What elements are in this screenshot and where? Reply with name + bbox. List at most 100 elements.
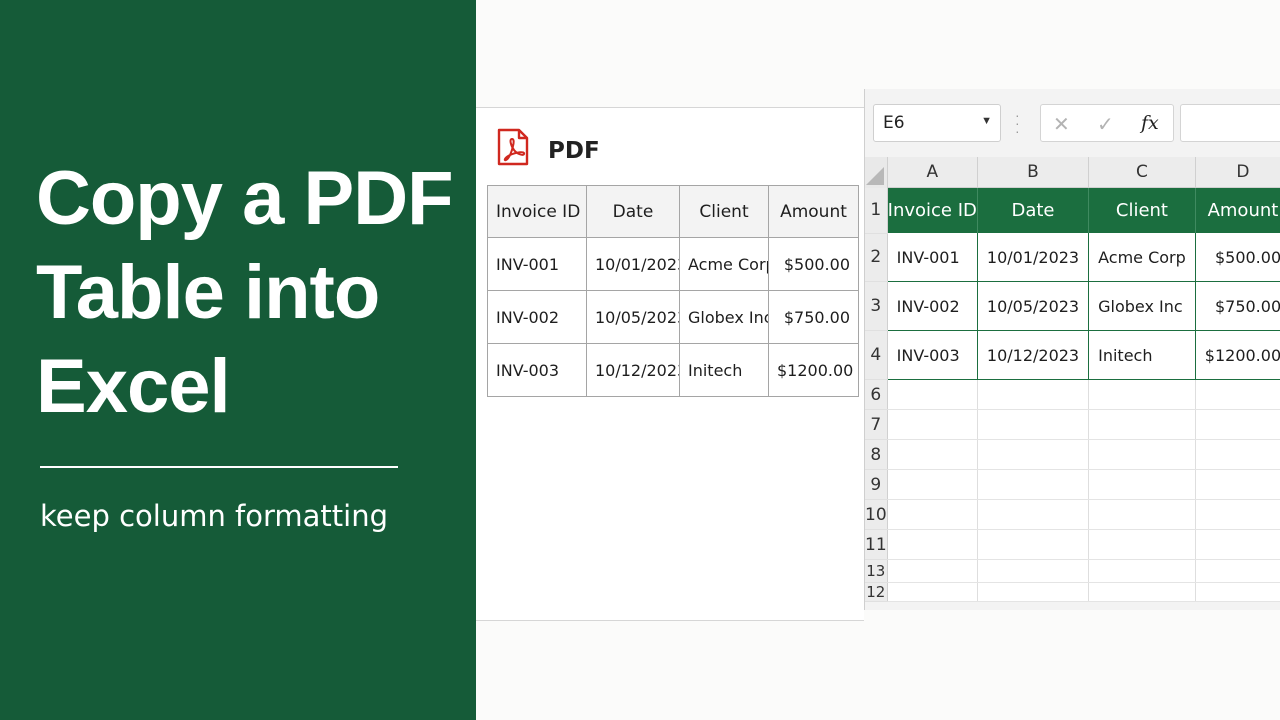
- data-cell[interactable]: $1200.00: [1195, 330, 1280, 380]
- select-all-corner[interactable]: [865, 157, 888, 188]
- row-header[interactable]: 10: [865, 499, 888, 530]
- data-cell[interactable]: 10/05/2023: [977, 281, 1090, 331]
- pdf-cell: Initech: [679, 343, 769, 397]
- pdf-column-header: Amount: [768, 185, 859, 238]
- header-cell[interactable]: Client: [1088, 187, 1196, 233]
- empty-cell[interactable]: [1195, 559, 1280, 583]
- row-header[interactable]: 7: [865, 409, 888, 440]
- empty-cell[interactable]: [1195, 469, 1280, 500]
- empty-cell[interactable]: [1088, 439, 1196, 470]
- empty-cell[interactable]: [977, 469, 1090, 500]
- data-cell[interactable]: 10/01/2023: [977, 233, 1090, 282]
- formula-input[interactable]: [1180, 104, 1280, 142]
- empty-cell[interactable]: [1088, 529, 1196, 560]
- pdf-table-row: INV-002 10/05/2023 Globex Inc $750.00: [487, 290, 859, 344]
- data-cell[interactable]: $750.00: [1195, 281, 1280, 331]
- empty-cell[interactable]: [1088, 499, 1196, 530]
- row-header[interactable]: 4: [865, 330, 888, 380]
- empty-cell[interactable]: [977, 559, 1090, 583]
- select-all-triangle[interactable]: [865, 166, 884, 185]
- empty-cell[interactable]: [1195, 499, 1280, 530]
- empty-cell[interactable]: [977, 409, 1090, 440]
- empty-cell[interactable]: [887, 379, 978, 410]
- data-cell[interactable]: INV-002: [887, 281, 978, 331]
- empty-cell[interactable]: [1195, 379, 1280, 410]
- empty-cell[interactable]: [887, 582, 978, 602]
- column-header-a[interactable]: A: [887, 157, 978, 188]
- empty-cell[interactable]: [977, 529, 1090, 560]
- formula-bar-buttons: ✕ ✓ fx: [1040, 104, 1174, 142]
- empty-cell[interactable]: [887, 559, 978, 583]
- data-cell[interactable]: INV-003: [887, 330, 978, 380]
- pdf-column-header: Date: [586, 185, 680, 238]
- row-header[interactable]: 9: [865, 469, 888, 500]
- pdf-cell: 10/12/2023: [586, 343, 680, 397]
- name-box[interactable]: E6 ▼: [873, 104, 1001, 142]
- pdf-cell: 10/05/2023: [586, 290, 680, 344]
- pdf-table-header-row: Invoice ID Date Client Amount: [487, 185, 859, 238]
- row-header[interactable]: 11: [865, 529, 888, 560]
- empty-cell[interactable]: [977, 439, 1090, 470]
- empty-cell[interactable]: [887, 499, 978, 530]
- pdf-cell: INV-001: [487, 237, 587, 291]
- pdf-cell: $500.00: [768, 237, 859, 291]
- row-header[interactable]: 13: [865, 559, 888, 583]
- empty-cell[interactable]: [1088, 582, 1196, 602]
- empty-cell[interactable]: [977, 499, 1090, 530]
- row-header[interactable]: 8: [865, 439, 888, 470]
- data-cell[interactable]: Initech: [1088, 330, 1196, 380]
- empty-cell[interactable]: [887, 409, 978, 440]
- data-cell[interactable]: Acme Corp: [1088, 233, 1196, 282]
- drag-handle-icon[interactable]: · · ·: [1015, 108, 1021, 138]
- pdf-cell: 10/01/2023: [586, 237, 680, 291]
- excel-window: E6 ▼ · · · ✕ ✓ fx A B C D 1 Invoice ID Dat…: [864, 89, 1280, 610]
- pdf-title: PDF: [548, 138, 600, 164]
- header-cell[interactable]: Invoice ID: [887, 187, 978, 233]
- row-header[interactable]: 6: [865, 379, 888, 410]
- empty-cell[interactable]: [1088, 409, 1196, 440]
- row-header[interactable]: 1: [865, 187, 888, 234]
- empty-cell[interactable]: [1195, 582, 1280, 602]
- tagline: keep column formatting: [40, 499, 389, 533]
- data-cell[interactable]: Globex Inc: [1088, 281, 1196, 331]
- headline: Copy a PDF Table into Excel: [36, 156, 454, 429]
- cancel-icon[interactable]: ✕: [1053, 112, 1070, 137]
- pdf-cell: INV-003: [487, 343, 587, 397]
- pdf-table-row: INV-001 10/01/2023 Acme Corp $500.00: [487, 237, 859, 291]
- empty-cell[interactable]: [1088, 469, 1196, 500]
- name-box-value: E6: [883, 113, 905, 133]
- data-cell[interactable]: 10/12/2023: [977, 330, 1090, 380]
- header-cell[interactable]: Date: [977, 187, 1090, 233]
- pdf-cell: $750.00: [768, 290, 859, 344]
- pdf-cell: $1200.00: [768, 343, 859, 397]
- row-header[interactable]: 2: [865, 233, 888, 282]
- checkmark-icon[interactable]: ✓: [1097, 112, 1114, 137]
- pdf-cell: Acme Corp: [679, 237, 769, 291]
- column-header-c[interactable]: C: [1088, 157, 1196, 188]
- pdf-table-row: INV-003 10/12/2023 Initech $1200.00: [487, 343, 859, 397]
- pdf-file-icon: [497, 128, 529, 166]
- pdf-column-header: Client: [679, 185, 769, 238]
- empty-cell[interactable]: [887, 439, 978, 470]
- row-header[interactable]: 12: [865, 582, 888, 602]
- column-header-b[interactable]: B: [977, 157, 1090, 188]
- empty-cell[interactable]: [977, 379, 1090, 410]
- column-header-d[interactable]: D: [1195, 157, 1280, 188]
- header-cell[interactable]: Amount: [1195, 187, 1280, 233]
- function-icon[interactable]: fx: [1141, 112, 1159, 134]
- row-header[interactable]: 3: [865, 281, 888, 331]
- empty-cell[interactable]: [887, 529, 978, 560]
- empty-cell[interactable]: [1195, 439, 1280, 470]
- pdf-column-header: Invoice ID: [487, 185, 587, 238]
- pdf-cell: INV-002: [487, 290, 587, 344]
- empty-cell[interactable]: [1088, 559, 1196, 583]
- spreadsheet-grid: A B C D 1 Invoice ID Date Client Amount …: [865, 157, 1280, 602]
- data-cell[interactable]: INV-001: [887, 233, 978, 282]
- empty-cell[interactable]: [1088, 379, 1196, 410]
- empty-cell[interactable]: [1195, 409, 1280, 440]
- data-cell[interactable]: $500.00: [1195, 233, 1280, 282]
- empty-cell[interactable]: [887, 469, 978, 500]
- empty-cell[interactable]: [977, 582, 1090, 602]
- chevron-down-icon[interactable]: ▼: [981, 115, 992, 127]
- empty-cell[interactable]: [1195, 529, 1280, 560]
